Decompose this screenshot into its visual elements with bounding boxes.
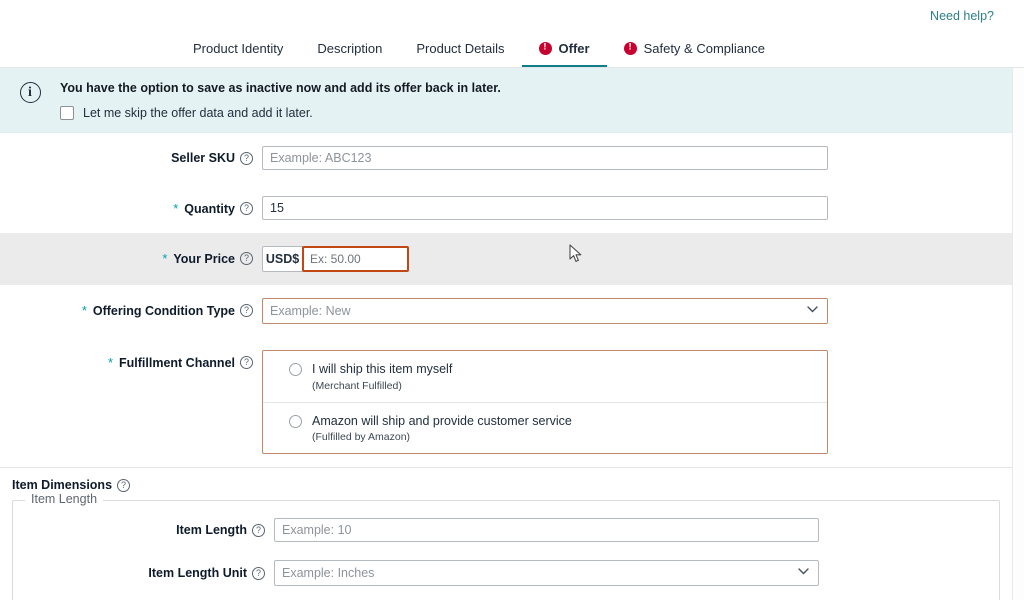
item-length-fieldset: Item Length Item Length ? Item Length Un… [12, 492, 1000, 600]
row-item-length: Item Length ? [13, 501, 999, 551]
form-content: i You have the option to save as inactiv… [0, 68, 1013, 600]
radio-label: I will ship this item myself [312, 362, 453, 376]
skip-offer-label[interactable]: Let me skip the offer data and add it la… [83, 106, 313, 120]
item-dimensions-title: Item Dimensions [12, 478, 113, 493]
info-icon: i [19, 82, 41, 103]
tab-label: Safety & Compliance [643, 40, 765, 56]
required-asterisk: * [173, 201, 179, 216]
tab-label: Product Details [416, 40, 505, 56]
help-icon[interactable]: ? [240, 151, 253, 165]
tab-product-details[interactable]: Product Details [399, 31, 521, 68]
item-length-label-group: Item Length ? [13, 523, 274, 537]
tab-label: Description [317, 40, 383, 56]
item-length-label: Item Length [176, 523, 247, 538]
help-icon[interactable]: ? [252, 566, 265, 580]
item-length-legend: Item Length [25, 492, 104, 507]
seller-sku-label: Seller SKU [171, 151, 235, 165]
fulfillment-channel-options: I will ship this item myself (Merchant F… [262, 350, 828, 455]
tab-safety-compliance[interactable]: ! Safety & Compliance [607, 31, 782, 68]
need-help-link[interactable]: Need help? [930, 9, 994, 23]
help-icon[interactable]: ? [240, 304, 253, 317]
offer-page: Need help? Product Identity Description … [0, 0, 1024, 600]
item-length-input[interactable] [274, 518, 819, 543]
radio-label: Amazon will ship and provide customer se… [312, 413, 572, 428]
item-length-unit-label-group: Item Length Unit ? [13, 566, 274, 580]
your-price-label-group: * Your Price ? [0, 246, 262, 266]
skip-offer-checkbox-row[interactable]: Let me skip the offer data and add it la… [60, 106, 1012, 120]
help-icon[interactable]: ? [252, 523, 265, 537]
tab-label: Offer [558, 40, 590, 56]
radio-icon[interactable] [289, 414, 302, 428]
tab-offer[interactable]: ! Offer [521, 31, 607, 68]
offering-condition-type-label: Offering Condition Type [92, 303, 235, 318]
quantity-label-group: * Quantity ? [0, 196, 262, 216]
tab-product-identity[interactable]: Product Identity [176, 31, 300, 68]
tab-bar: Product Identity Description Product Det… [0, 31, 1024, 68]
error-badge-icon: ! [538, 41, 552, 55]
row-your-price: * Your Price ? USD$ [0, 233, 1012, 285]
row-offering-condition-type: * Offering Condition Type ? Example: New [0, 285, 1012, 337]
seller-sku-input[interactable] [262, 146, 828, 170]
required-asterisk: * [107, 355, 114, 370]
row-fulfillment-channel: * Fulfillment Channel ? I will ship this… [0, 337, 1012, 467]
row-quantity: * Quantity ? [0, 183, 1012, 233]
fulfillment-channel-label: Fulfillment Channel [119, 355, 235, 370]
required-asterisk: * [81, 303, 87, 318]
top-bar: Need help? [0, 0, 1024, 31]
fulfillment-channel-label-group: * Fulfillment Channel ? [0, 350, 262, 370]
tab-description[interactable]: Description [300, 31, 399, 68]
radio-sublabel: (Fulfilled by Amazon) [312, 431, 411, 444]
quantity-label: Quantity [184, 201, 235, 216]
error-badge-icon: ! [623, 41, 637, 55]
offering-condition-type-select[interactable]: Example: New [262, 298, 828, 324]
radio-icon[interactable] [289, 363, 302, 376]
radio-fulfilled-by-amazon[interactable]: Amazon will ship and provide customer se… [263, 401, 827, 454]
help-icon[interactable]: ? [117, 478, 131, 492]
item-length-unit-label: Item Length Unit [148, 566, 247, 581]
seller-sku-label-group: Seller SKU ? [0, 146, 262, 165]
item-length-unit-select[interactable]: Example: Inches [274, 560, 819, 587]
info-banner: i You have the option to save as inactiv… [0, 68, 1012, 133]
radio-sublabel: (Merchant Fulfilled) [312, 379, 402, 392]
your-price-input[interactable] [302, 246, 409, 272]
banner-icon-slot: i [0, 81, 60, 103]
item-dimensions-header: Item Dimensions ? [0, 468, 1012, 500]
your-price-label: Your Price [173, 251, 235, 266]
help-icon[interactable]: ? [240, 252, 253, 265]
required-asterisk: * [162, 251, 168, 266]
skip-offer-checkbox[interactable] [60, 106, 74, 120]
help-icon[interactable]: ? [240, 202, 253, 215]
banner-title: You have the option to save as inactive … [60, 81, 501, 95]
help-icon[interactable]: ? [240, 356, 253, 369]
item-length-unit-select-wrap: Example: Inches [274, 560, 819, 587]
quantity-input[interactable] [262, 196, 828, 220]
currency-prefix: USD$ [262, 246, 303, 272]
radio-merchant-fulfilled[interactable]: I will ship this item myself (Merchant F… [263, 351, 827, 402]
row-item-length-unit: Item Length Unit ? Example: Inches [13, 551, 999, 595]
offering-condition-label-group: * Offering Condition Type ? [0, 298, 262, 318]
tab-label: Product Identity [193, 40, 284, 56]
offering-condition-select-wrap: Example: New [262, 298, 828, 324]
row-seller-sku: Seller SKU ? [0, 133, 1012, 183]
your-price-group: USD$ [262, 246, 997, 272]
